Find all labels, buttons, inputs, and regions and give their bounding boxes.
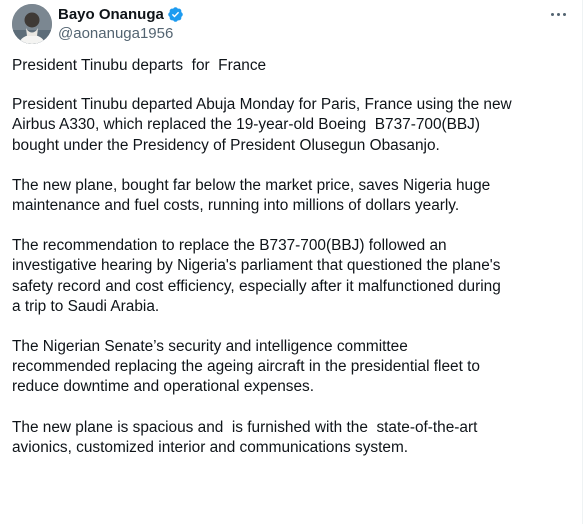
post-paragraph-4: The Nigerian Senate’s security and intel… — [12, 338, 480, 396]
more-dot — [562, 12, 566, 16]
post-paragraph-1: President Tinubu departed Abuja Monday f… — [12, 96, 512, 154]
tweet-text: President Tinubu departs for France Pres… — [12, 56, 572, 478]
post-title-line: President Tinubu departs for France — [12, 57, 267, 74]
post-paragraph-5: The new plane is spacious and is furnish… — [12, 418, 478, 456]
more-dot — [550, 12, 554, 16]
display-name[interactable]: Bayo Onanuga — [58, 5, 164, 24]
tweet-header: Bayo Onanuga @aonanuga1956 — [12, 4, 572, 44]
author-names: Bayo Onanuga @aonanuga1956 — [58, 5, 184, 43]
tweet: Bayo Onanuga @aonanuga1956 President Tin… — [0, 0, 583, 524]
display-name-row: Bayo Onanuga — [58, 5, 184, 24]
avatar-image — [12, 4, 52, 44]
author-handle[interactable]: @aonanuga1956 — [58, 24, 184, 43]
avatar[interactable] — [12, 4, 52, 44]
more-dot — [556, 12, 560, 16]
post-paragraph-3: The recommendation to replace the B737-7… — [12, 237, 501, 315]
post-paragraph-2: The new plane, bought far below the mark… — [12, 176, 491, 215]
more-options-icon[interactable] — [544, 4, 572, 24]
verified-badge-icon[interactable] — [167, 6, 184, 23]
